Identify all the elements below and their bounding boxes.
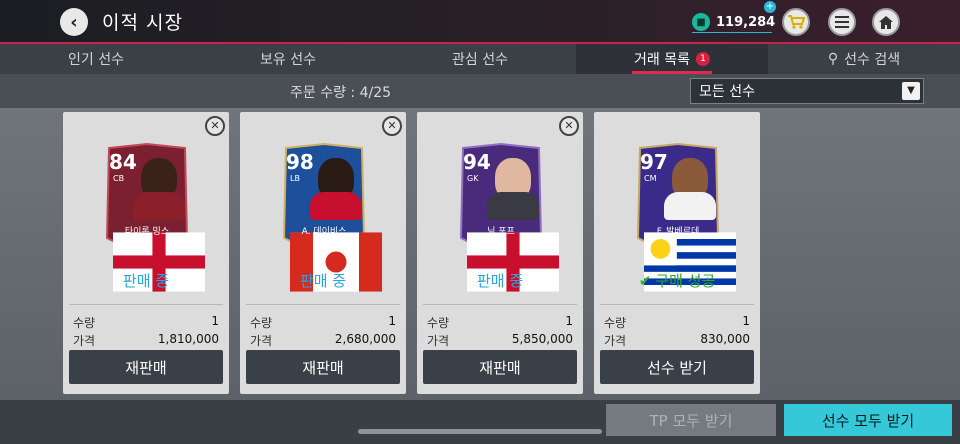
- player-rating: 97: [640, 150, 668, 174]
- tab-watchlist[interactable]: 관심 선수: [384, 44, 576, 74]
- price-label: 가격: [604, 334, 627, 348]
- tab-popular-players[interactable]: 인기 선수: [0, 44, 192, 74]
- cart-icon[interactable]: [782, 8, 810, 36]
- collect-all-tp-button[interactable]: TP 모두 받기: [606, 404, 776, 436]
- order-bar: 주문 수량 : 4/25 모든 선수 ▼: [0, 74, 960, 108]
- quantity-label: 수량: [427, 316, 450, 330]
- receive-player-button[interactable]: 선수 받기: [600, 350, 754, 384]
- tab-player-search[interactable]: ⚲ 선수 검색: [768, 44, 960, 74]
- tab-trade-list[interactable]: 거래 목록 1: [576, 44, 768, 74]
- shirt-coin-icon: ■: [692, 13, 710, 31]
- trade-list-area: ✕ 84 CB 타이론 밍스 판매 중 수량 1 가격 1,810,000 재판…: [0, 108, 960, 400]
- tab-badge: 1: [695, 52, 710, 66]
- close-icon[interactable]: ✕: [205, 116, 225, 136]
- price-label: 가격: [73, 334, 96, 348]
- add-coin-icon[interactable]: +: [764, 1, 776, 13]
- price-label: 가격: [250, 334, 273, 348]
- player-filter-dropdown[interactable]: 모든 선수 ▼: [690, 78, 924, 104]
- trade-card: ✕ 98 LB A. 데이비스 판매 중 수량 1 가격 2,680,000 재…: [240, 112, 406, 394]
- tab-bar: 인기 선수 보유 선수 관심 선수 거래 목록 1 ⚲ 선수 검색: [0, 44, 960, 74]
- order-count: 주문 수량 : 4/25: [290, 85, 392, 101]
- player-position: LB: [290, 174, 300, 183]
- resell-button[interactable]: 재판매: [69, 350, 223, 384]
- coin-underline: [692, 32, 772, 33]
- home-indicator[interactable]: [358, 429, 602, 434]
- divider: [423, 304, 577, 305]
- coin-value: 119,284: [716, 14, 776, 30]
- player-rating: 84: [109, 150, 137, 174]
- player-name: 닉 포프: [487, 227, 515, 237]
- trade-card: ✕ 94 GK 닉 포프 판매 중 수량 1 가격 5,850,000 재판매: [417, 112, 583, 394]
- list-icon[interactable]: [828, 8, 856, 36]
- status-label: 판매 중: [476, 272, 524, 290]
- player-position: GK: [467, 174, 479, 183]
- quantity-label: 수량: [250, 316, 273, 330]
- price-value: 830,000: [700, 332, 750, 346]
- trade-card: 97 CM F. 발베르데 ✔ 구매 성공 수량 1 가격 830,000 선수 …: [594, 112, 760, 394]
- player-rating: 98: [286, 150, 314, 174]
- quantity-value: 1: [388, 314, 396, 328]
- player-card[interactable]: 94 GK 닉 포프: [455, 142, 559, 292]
- tab-owned-players[interactable]: 보유 선수: [192, 44, 384, 74]
- player-card[interactable]: 84 CB 타이론 밍스: [101, 142, 205, 292]
- close-icon[interactable]: ✕: [559, 116, 579, 136]
- trade-card: ✕ 84 CB 타이론 밍스 판매 중 수량 1 가격 1,810,000 재판…: [63, 112, 229, 394]
- player-name: 타이론 밍스: [124, 227, 170, 237]
- divider: [246, 304, 400, 305]
- quantity-value: 1: [742, 314, 750, 328]
- checkmark-icon: ✔: [638, 272, 652, 290]
- search-icon: ⚲: [827, 51, 839, 67]
- price-label: 가격: [427, 334, 450, 348]
- home-icon[interactable]: [872, 8, 900, 36]
- status-label: 판매 중: [299, 272, 347, 290]
- collect-all-players-button[interactable]: 선수 모두 받기: [784, 404, 952, 436]
- status-label: 판매 중: [122, 272, 170, 290]
- player-rating: 94: [463, 150, 491, 174]
- price-value: 5,850,000: [511, 332, 573, 346]
- player-position: CM: [644, 174, 657, 183]
- divider: [69, 304, 223, 305]
- player-name: F. 발베르데: [656, 227, 700, 237]
- chevron-down-icon: ▼: [902, 82, 920, 100]
- quantity-label: 수량: [73, 316, 96, 330]
- quantity-value: 1: [211, 314, 219, 328]
- back-arrow-icon[interactable]: ‹: [60, 8, 88, 36]
- player-position: CB: [113, 174, 125, 183]
- player-card[interactable]: 97 CM F. 발베르데: [632, 142, 736, 292]
- coin-balance[interactable]: ■ 119,284 +: [692, 1, 776, 34]
- player-name: A. 데이비스: [301, 227, 347, 237]
- resell-button[interactable]: 재판매: [246, 350, 400, 384]
- status-label: ✔ 구매 성공: [638, 272, 716, 290]
- price-value: 2,680,000: [334, 332, 396, 346]
- divider: [600, 304, 754, 305]
- price-value: 1,810,000: [157, 332, 219, 346]
- quantity-label: 수량: [604, 316, 627, 330]
- close-icon[interactable]: ✕: [382, 116, 402, 136]
- page-title: 이적 시장: [102, 12, 183, 34]
- player-card[interactable]: 98 LB A. 데이비스: [278, 142, 382, 292]
- quantity-value: 1: [565, 314, 573, 328]
- resell-button[interactable]: 재판매: [423, 350, 577, 384]
